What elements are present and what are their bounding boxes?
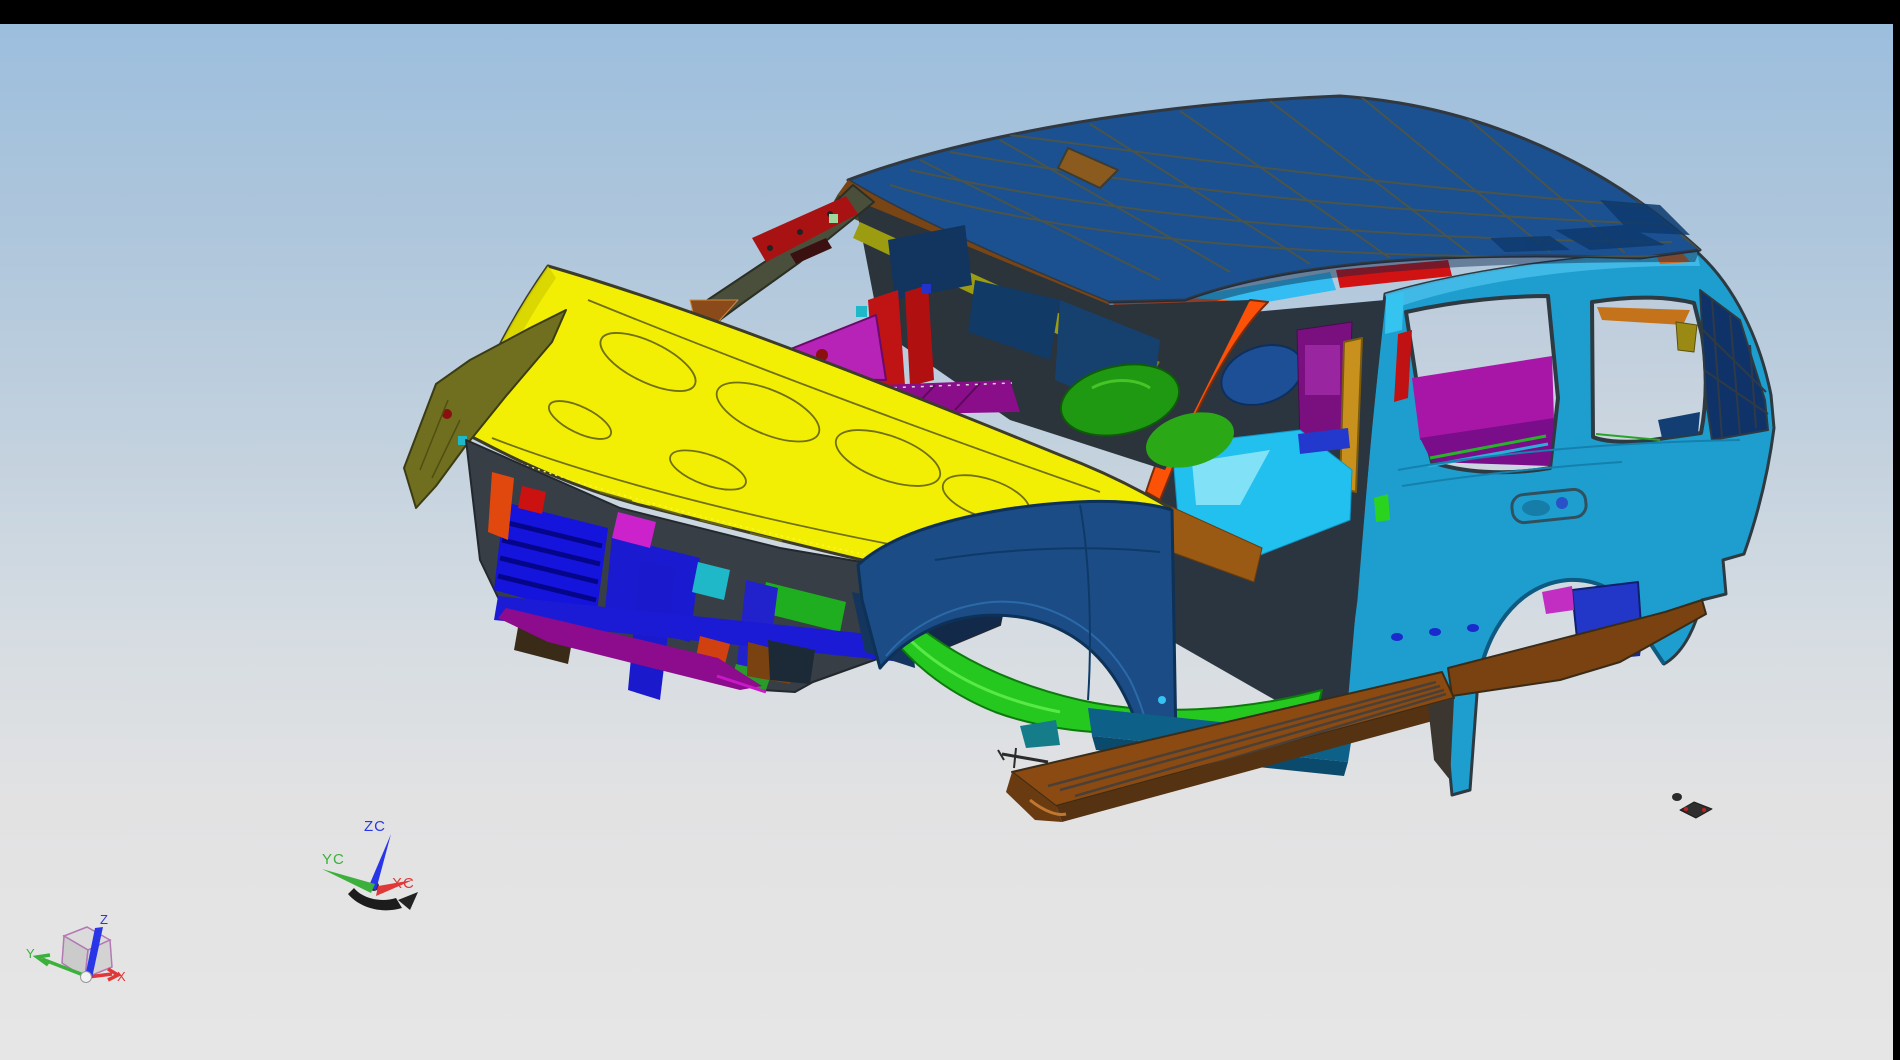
model-canvas[interactable]: ZC YC XC Z Y X [0, 0, 1900, 1060]
wcs-triad[interactable]: ZC YC XC [322, 818, 418, 910]
wcs-z-label: ZC [364, 818, 386, 835]
board-teal-bracket [1020, 720, 1060, 748]
datum-origin-ball[interactable] [81, 972, 92, 983]
board-end-cap [1428, 698, 1454, 780]
datum-csys[interactable]: Z Y X [26, 912, 127, 984]
wcs-y-label: YC [322, 851, 345, 868]
b-pillar-top-cyan [1385, 292, 1404, 334]
right-edge-bar [1893, 0, 1900, 1060]
teal-dot [856, 306, 867, 317]
cad-application-window: ZC YC XC Z Y X [0, 0, 1900, 1060]
floating-red-dot-1 [1684, 807, 1688, 811]
fender-cyan-dot [1158, 696, 1166, 704]
arch-magenta-bit [1542, 586, 1574, 614]
door-inner-purple-light [1305, 345, 1340, 395]
wcs-z-axis[interactable] [368, 834, 391, 890]
floating-red-dot-2 [1702, 808, 1706, 812]
blue-dot [922, 284, 931, 293]
green-tab [1374, 494, 1390, 522]
floating-part[interactable] [1672, 793, 1712, 818]
car-body-model[interactable] [404, 96, 1774, 822]
wcs-y-axis[interactable] [322, 869, 375, 893]
wcs-x-label: XC [392, 875, 415, 892]
pillar-green-tab-1 [829, 214, 838, 223]
datum-x-label: X [117, 969, 127, 984]
datum-y-label: Y [26, 946, 36, 961]
top-bar [0, 0, 1900, 24]
rocker-and-running-board[interactable] [998, 672, 1454, 822]
quarter-tag-olive[interactable] [1676, 322, 1697, 352]
floating-dot [1672, 793, 1682, 801]
datum-z-label: Z [100, 912, 109, 927]
